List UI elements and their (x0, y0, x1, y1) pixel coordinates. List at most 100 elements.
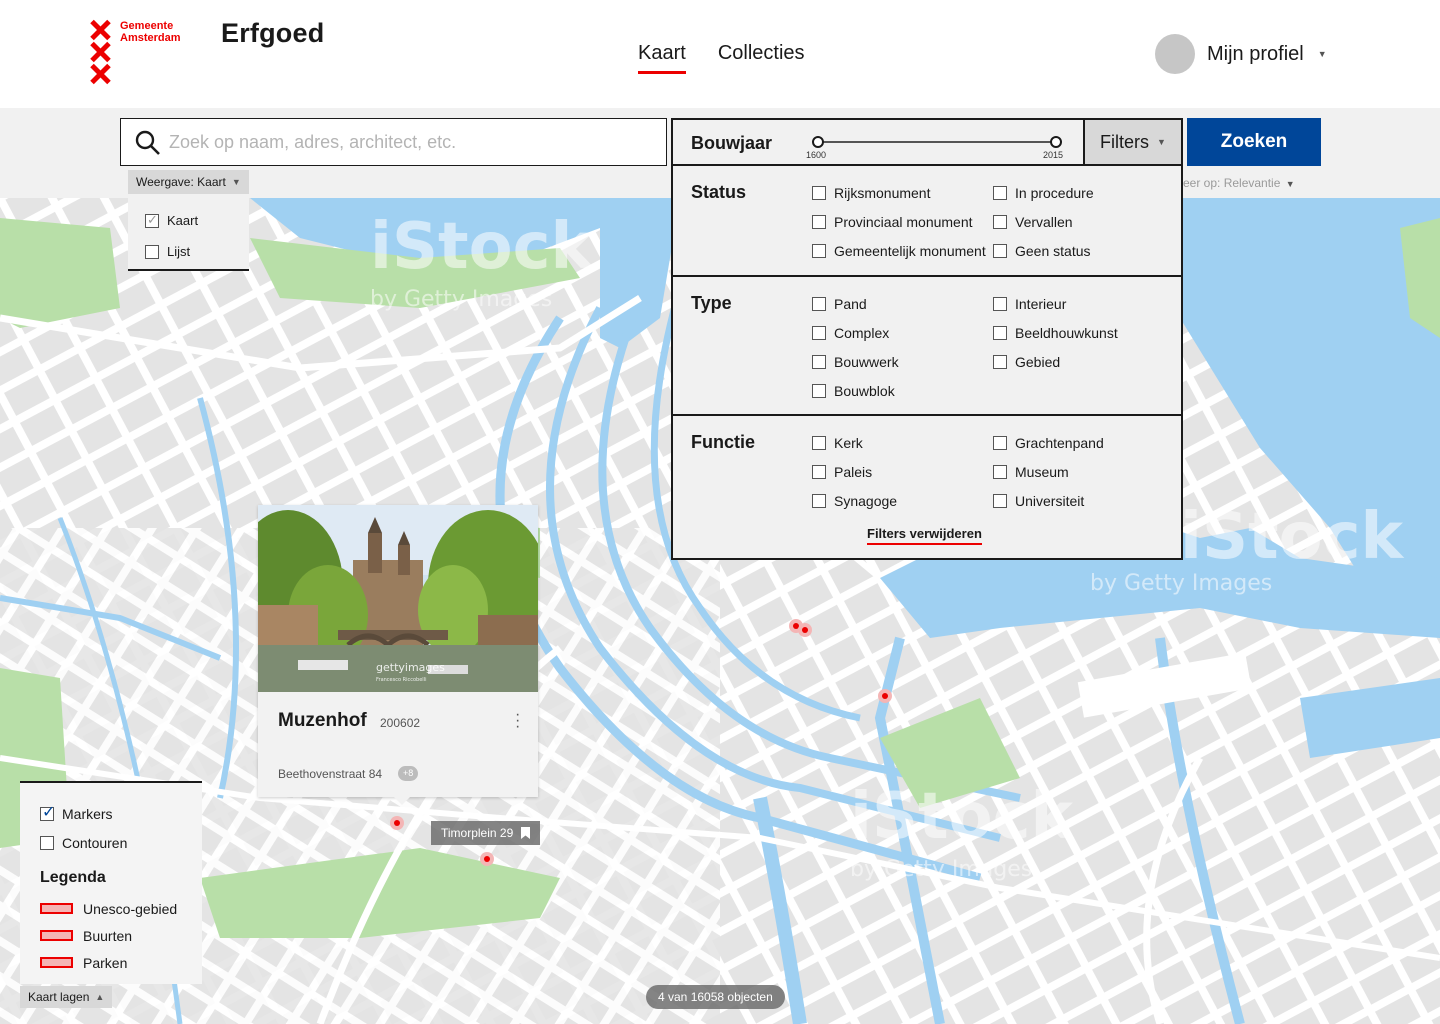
search-box[interactable] (120, 118, 667, 166)
filter-option[interactable]: Bouwwerk (812, 347, 899, 376)
checkbox[interactable] (993, 243, 1007, 258)
checkbox[interactable] (812, 354, 826, 369)
map-watermark: iStock (850, 780, 1075, 854)
filter-panel: Status Rijksmonument Provinciaal monumen… (671, 164, 1183, 560)
checkbox[interactable] (812, 435, 826, 450)
filters-label: Filters (1100, 131, 1150, 152)
checkbox-kaart[interactable] (145, 212, 159, 228)
nav-item-kaart[interactable]: Kaart (638, 42, 686, 74)
result-card[interactable]: gettyimages Francesco Riccobelli Muzenho… (258, 505, 538, 797)
view-option-label: Kaart (167, 213, 199, 228)
filter-option[interactable]: Pand (812, 289, 899, 318)
more-vertical-icon[interactable]: · · · (515, 707, 520, 735)
filter-option-label: Geen status (1015, 242, 1091, 259)
map-watermark-sub: by Getty Images (850, 857, 1032, 882)
checkbox-contouren[interactable] (40, 835, 54, 850)
sort-label: eer op: Relevantie (1183, 176, 1281, 190)
checkbox[interactable] (993, 493, 1007, 508)
clear-filters-link[interactable]: Filters verwijderen (867, 526, 982, 545)
checkbox[interactable] (993, 435, 1007, 450)
tooltip-label: Timorplein 29 (441, 826, 514, 840)
map-layers-toggle[interactable]: Kaart lagen ▲ (20, 986, 113, 1008)
slider-handle-min[interactable] (812, 136, 824, 148)
year-min-label: 1600 (806, 150, 827, 160)
filter-column: Rijksmonument Provinciaal monument Gemee… (812, 178, 986, 265)
slider-handle-max[interactable] (1050, 136, 1062, 148)
avatar[interactable] (1155, 34, 1195, 74)
filter-column: Pand Complex Bouwwerk Bouwblok (812, 289, 899, 405)
checkbox[interactable] (812, 185, 826, 200)
layer-option-contouren[interactable]: Contouren (40, 828, 202, 857)
filter-option[interactable]: Beeldhouwkunst (993, 318, 1118, 347)
card-image[interactable]: gettyimages Francesco Riccobelli (258, 505, 538, 692)
filter-option[interactable]: Bouwblok (812, 376, 899, 405)
filter-option[interactable]: Synagoge (812, 486, 897, 515)
layer-option-label: Markers (62, 805, 113, 822)
checkbox[interactable] (993, 325, 1007, 340)
filter-option[interactable]: Geen status (993, 236, 1094, 265)
filter-option[interactable]: Museum (993, 457, 1104, 486)
checkbox[interactable] (812, 464, 826, 479)
view-option-kaart[interactable]: Kaart (145, 205, 249, 236)
filter-option[interactable]: Gebied (993, 347, 1118, 376)
logo-text[interactable]: Gemeente Amsterdam (120, 20, 181, 44)
checkbox[interactable] (993, 214, 1007, 229)
filter-option[interactable]: Provinciaal monument (812, 207, 986, 236)
nav-item-collecties[interactable]: Collecties (718, 42, 805, 74)
legend-swatch (40, 930, 73, 941)
chevron-down-icon: ▼ (1317, 49, 1327, 59)
card-title[interactable]: Muzenhof (278, 710, 367, 732)
checkbox[interactable] (812, 383, 826, 398)
layer-option-markers[interactable]: Markers (40, 799, 202, 828)
sort-dropdown[interactable]: eer op: Relevantie ▼ (1183, 176, 1295, 190)
profile-menu[interactable]: Mijn profiel ▼ (1155, 34, 1327, 74)
map-watermark: iStock (370, 210, 595, 284)
filter-column: Grachtenpand Museum Universiteit (993, 428, 1104, 515)
filter-option[interactable]: Universiteit (993, 486, 1104, 515)
bookmark-icon[interactable] (521, 827, 531, 839)
filter-option-label: Paleis (834, 463, 873, 480)
filter-section-title: Status (691, 182, 747, 202)
checkbox[interactable] (993, 296, 1007, 311)
chevron-down-icon: ▼ (231, 177, 241, 187)
checkbox[interactable] (993, 464, 1007, 479)
checkbox-lijst[interactable] (145, 244, 159, 259)
search-input[interactable] (169, 127, 649, 157)
profile-label: Mijn profiel (1207, 42, 1304, 65)
checkbox[interactable] (993, 185, 1007, 200)
year-range-slider[interactable] (812, 136, 1062, 148)
filter-option-label: Provinciaal monument (834, 213, 973, 230)
checkbox[interactable] (812, 325, 826, 340)
year-max-label: 2015 (1043, 150, 1064, 160)
filter-option-label: Grachtenpand (1015, 434, 1104, 451)
filter-option[interactable]: Complex (812, 318, 899, 347)
search-submit-button[interactable]: Zoeken (1187, 118, 1321, 166)
filter-option[interactable]: Grachtenpand (993, 428, 1104, 457)
result-count: 4 van 16058 objecten (646, 985, 785, 1009)
filter-option[interactable]: In procedure (993, 178, 1094, 207)
legend-item: Parken (40, 949, 202, 976)
filter-option[interactable]: Paleis (812, 457, 897, 486)
filter-option-label: Rijksmonument (834, 184, 931, 201)
filter-option[interactable]: Vervallen (993, 207, 1094, 236)
checkbox[interactable] (812, 214, 826, 229)
checkbox[interactable] (812, 296, 826, 311)
filter-option[interactable]: Kerk (812, 428, 897, 457)
amsterdam-logo-icon[interactable] (90, 20, 112, 86)
filter-option[interactable]: Gemeentelijk monument (812, 236, 986, 265)
checkbox[interactable] (812, 243, 826, 258)
checkbox[interactable] (812, 493, 826, 508)
checkbox-markers[interactable] (40, 802, 55, 822)
map-watermark-sub: by Getty Images (370, 287, 552, 312)
map-watermark: iStock (1180, 500, 1405, 574)
filter-option-label: Bouwblok (834, 382, 895, 399)
filters-button[interactable]: Filters ▼ (1083, 118, 1183, 166)
view-option-lijst[interactable]: Lijst (145, 236, 249, 267)
checkbox[interactable] (993, 354, 1007, 369)
view-mode-toggle[interactable]: Weergave: Kaart ▼ (128, 170, 249, 194)
filter-option[interactable]: Interieur (993, 289, 1118, 318)
filter-option-label: Kerk (834, 434, 863, 451)
marker-tooltip[interactable]: Timorplein 29 (431, 821, 541, 845)
filter-option-label: Synagoge (834, 492, 898, 509)
filter-option[interactable]: Rijksmonument (812, 178, 986, 207)
